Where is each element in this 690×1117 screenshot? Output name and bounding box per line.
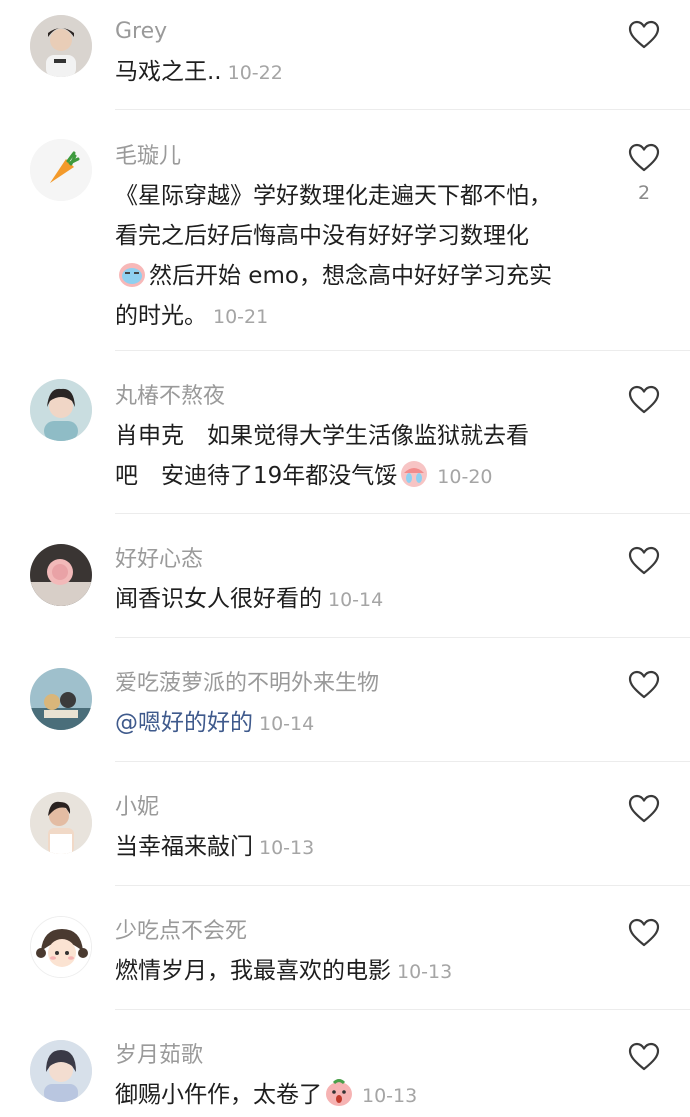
- comment-date: 10-13: [259, 837, 315, 859]
- comment-text: 御赐小仵作，太卷了 10-13: [115, 1075, 585, 1116]
- comment-item: 毛璇儿 《星际穿越》学好数理化走遍天下都不怕， 看完之后好后悔高中没有好好学习数…: [0, 110, 690, 351]
- heart-outline-icon[interactable]: [627, 1042, 661, 1072]
- comment-item: Grey 马戏之王.. 10-22: [0, 0, 690, 110]
- comment-text: 当幸福来敲门 10-13: [115, 834, 315, 860]
- comment-text: 马戏之王.. 10-22: [115, 59, 283, 85]
- surprised-face-emoji: [326, 1079, 352, 1106]
- username[interactable]: 岁月茹歌: [115, 1042, 203, 1070]
- heart-outline-icon[interactable]: [627, 794, 661, 824]
- crying-face-emoji: [119, 263, 145, 287]
- heart-outline-icon[interactable]: [627, 143, 661, 173]
- user-avatar[interactable]: [30, 544, 92, 606]
- comment-date: 10-13: [397, 961, 453, 983]
- username[interactable]: 毛璇儿: [115, 143, 181, 171]
- username[interactable]: 丸椿不熬夜: [115, 383, 225, 411]
- comment-item: 少吃点不会死 燃情岁月，我最喜欢的电影 10-13: [0, 886, 690, 1010]
- username[interactable]: 小妮: [115, 794, 159, 822]
- user-avatar[interactable]: [30, 916, 92, 978]
- comment-item: 爱吃菠萝派的不明外来生物 @嗯好的好的 10-14: [0, 638, 690, 762]
- heart-outline-icon[interactable]: [627, 918, 661, 948]
- username[interactable]: Grey: [115, 18, 167, 46]
- heart-outline-icon[interactable]: [627, 385, 661, 415]
- username[interactable]: 爱吃菠萝派的不明外来生物: [115, 670, 379, 698]
- crying-face-emoji: [401, 461, 428, 487]
- like-count: 2: [637, 182, 651, 204]
- user-avatar[interactable]: [30, 792, 92, 854]
- comment-text: 《星际穿越》学好数理化走遍天下都不怕， 看完之后好后悔高中没有好好学习数理化 然…: [115, 183, 552, 329]
- comment-text: 闻香识女人很好看的 10-14: [115, 586, 384, 612]
- comment-item: 好好心态 闻香识女人很好看的 10-14: [0, 514, 690, 638]
- user-avatar[interactable]: [30, 668, 92, 730]
- username[interactable]: 好好心态: [115, 546, 203, 574]
- comment-date: 10-13: [362, 1085, 418, 1107]
- comment-item: 丸椿不熬夜 肖申克 如果觉得大学生活像监狱就去看 吧 安迪待了19年都没气馁 10…: [0, 351, 690, 514]
- user-avatar[interactable]: [30, 15, 92, 77]
- comment-item: 岁月茹歌 御赐小仵作，太卷了 10-13: [0, 1010, 690, 1117]
- heart-outline-icon[interactable]: [627, 670, 661, 700]
- comment-date: 10-21: [213, 306, 269, 328]
- user-avatar[interactable]: [30, 139, 92, 201]
- heart-outline-icon[interactable]: [627, 20, 661, 50]
- comment-item: 小妮 当幸福来敲门 10-13: [0, 762, 690, 886]
- mention-link[interactable]: @嗯好的好的: [115, 710, 253, 736]
- comment-text: @嗯好的好的 10-14: [115, 703, 585, 744]
- user-avatar[interactable]: [30, 1040, 92, 1102]
- comment-text: 肖申克 如果觉得大学生活像监狱就去看 吧 安迪待了19年都没气馁 10-20: [115, 423, 529, 489]
- comment-date: 10-20: [437, 466, 493, 488]
- user-avatar[interactable]: [30, 379, 92, 441]
- username[interactable]: 少吃点不会死: [115, 918, 247, 946]
- comment-text: 燃情岁月，我最喜欢的电影 10-13: [115, 958, 453, 984]
- comment-date: 10-22: [227, 62, 283, 84]
- heart-outline-icon[interactable]: [627, 546, 661, 576]
- comment-date: 10-14: [328, 589, 384, 611]
- comment-date: 10-14: [259, 713, 315, 735]
